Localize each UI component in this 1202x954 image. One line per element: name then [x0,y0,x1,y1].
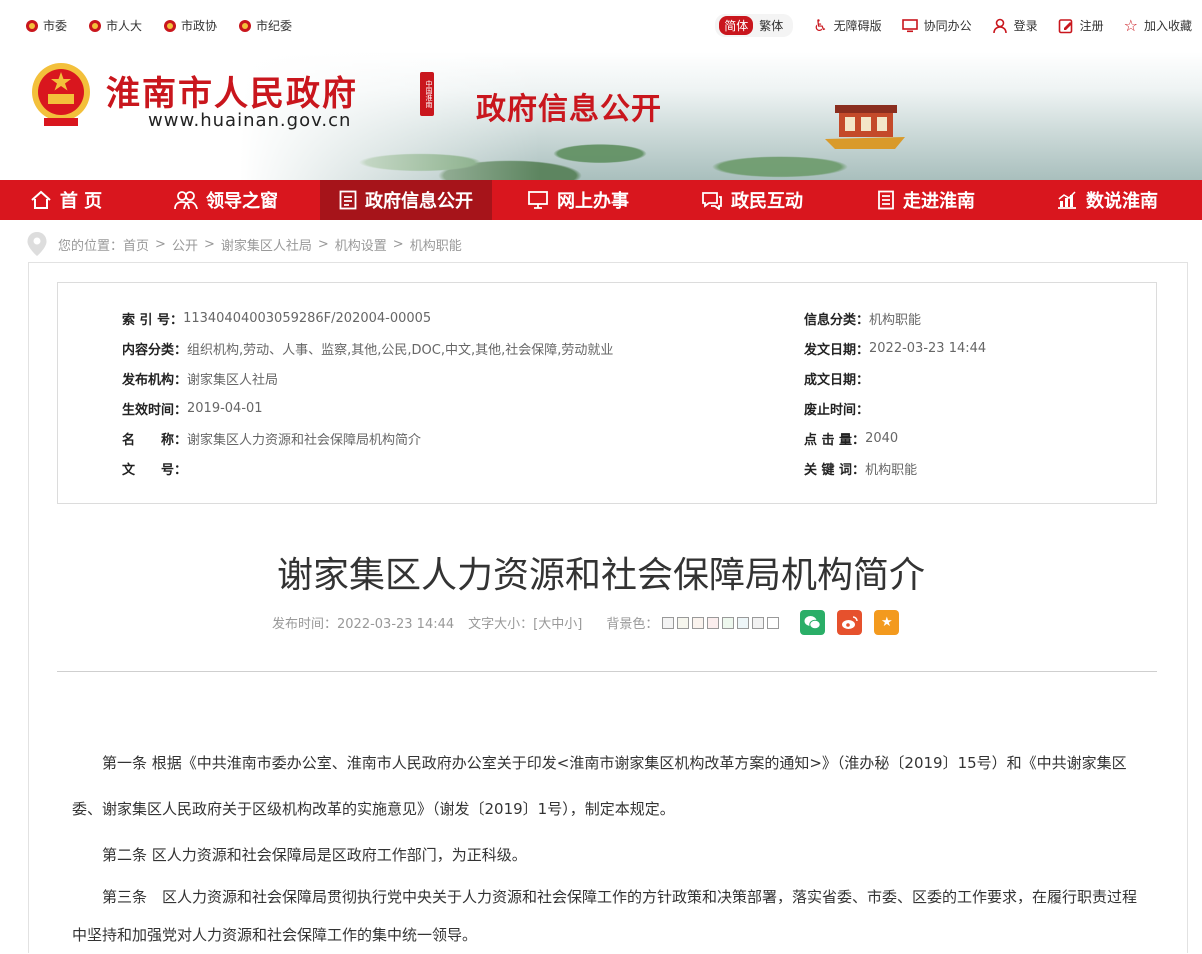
monitor-icon [902,19,918,33]
meta-keywords: 关 键 词：机构职能 [804,459,917,478]
meta-effective-date: 生效时间：2019-04-01 [122,399,263,418]
breadcrumb-open[interactable]: 公开 [172,235,198,254]
article-title: 谢家集区人力资源和社会保障局机构简介 [0,546,1202,598]
nav-data[interactable]: 数说淮南 [1012,180,1202,220]
top-link-cppcc[interactable]: 市政协 [164,17,217,34]
bg-color-swatch-8[interactable] [767,617,779,629]
book-icon [877,190,895,210]
header-banner: 淮南市人民政府 www.huainan.gov.cn 中国淮南 政府信息公开 [0,52,1202,180]
bar-chart-icon [1056,190,1078,210]
lake-scenery-image [240,52,1202,180]
bg-color-swatch-5[interactable] [722,617,734,629]
nav-home[interactable]: 首 页 [0,180,132,220]
breadcrumb-prefix: 您的位置： [58,235,123,254]
home-icon [30,190,52,210]
wechat-share-button[interactable] [800,610,825,635]
location-pin-icon [26,231,48,257]
boat-image [825,97,905,152]
top-link-discipline[interactable]: 市纪委 [239,17,292,34]
article-paragraph-2: 第二条 区人力资源和社会保障局是区政府工作部门，为正科级。 [72,832,1144,878]
wechat-icon [804,615,821,630]
bg-color-swatch-7[interactable] [752,617,764,629]
font-size-small[interactable]: 小 [564,617,577,632]
top-link-npc[interactable]: 市人大 [89,17,142,34]
breadcrumb: 您的位置： 首页> 公开> 谢家集区人社局> 机构设置> 机构职能 [26,231,462,257]
weibo-icon [841,615,858,630]
meta-info-category: 信息分类：机构职能 [804,309,921,328]
simplified-button[interactable]: 简体 [719,16,753,35]
article-info-bar: 发布时间：2022-03-23 14:44 文字大小：[大中小] 背景色： ★ [272,610,911,635]
register-link[interactable]: 注册 [1058,17,1104,34]
language-switch: 简体 繁体 [715,14,793,37]
top-links: 市委 市人大 市政协 市纪委 [26,17,314,34]
people-icon [174,190,198,210]
meta-doc-no: 文 号： [122,459,187,478]
top-bar: 市委 市人大 市政协 市纪委 简体 繁体 ♿无障碍版 协同办公 登录 注册 ☆加… [0,0,1202,52]
meta-index-no: 索 引 号：11340404003059286F/202004-00005 [122,309,431,328]
meta-name: 名 称：谢家集区人力资源和社会保障局机构简介 [122,429,421,448]
breadcrumb-functions[interactable]: 机构职能 [410,235,462,254]
meta-content-category: 内容分类：组织机构,劳动、人事、监察,其他,公民,DOC,中文,其他,社会保障,… [122,339,613,358]
site-name: 淮南市人民政府 [106,66,358,115]
bg-color-label: 背景色： [606,613,658,632]
article-paragraph-3: 第三条 区人力资源和社会保障局贯彻执行党中央关于人力资源和社会保障工作的方针政策… [72,878,1144,954]
national-emblem-icon [89,20,101,32]
font-size-control: 文字大小：[大中小] [468,613,582,632]
wheelchair-icon: ♿ [813,18,827,34]
site-url: www.huainan.gov.cn [148,110,351,131]
weibo-share-button[interactable] [837,610,862,635]
article-body: 第一条 根据《中共淮南市委办公室、淮南市人民政府办公室关于印发<淮南市谢家集区机… [72,740,1144,954]
nav-info-disclosure[interactable]: 政府信息公开 [320,180,492,220]
office-link[interactable]: 协同办公 [902,17,972,34]
user-icon [992,18,1008,34]
seal-stamp: 中国淮南 [420,72,434,116]
breadcrumb-org-setup[interactable]: 机构设置 [335,235,387,254]
bg-color-swatch-3[interactable] [692,617,704,629]
bg-color-swatches [662,617,782,629]
favorite-link[interactable]: ☆加入收藏 [1124,17,1192,34]
favorite-share-button[interactable]: ★ [874,610,899,635]
document-icon [339,190,357,210]
traditional-button[interactable]: 繁体 [753,16,789,35]
national-emblem-logo [30,60,92,128]
meta-info-box: 索 引 号：11340404003059286F/202004-00005 内容… [57,282,1157,504]
article-paragraph-1: 第一条 根据《中共淮南市委办公室、淮南市人民政府办公室关于印发<淮南市谢家集区机… [72,740,1144,832]
publish-time: 发布时间：2022-03-23 14:44 [272,613,454,632]
star-icon: ★ [881,615,893,630]
monitor-icon [527,190,549,210]
main-nav: 首 页 领导之窗 政府信息公开 网上办事 政民互动 走进淮南 数说淮南 [0,180,1202,220]
star-icon: ☆ [1124,18,1138,34]
meta-made-date: 成文日期： [804,369,869,388]
nav-leaders[interactable]: 领导之窗 [132,180,320,220]
chat-icon [701,190,723,210]
breadcrumb-bureau[interactable]: 谢家集区人社局 [221,235,312,254]
party-emblem-icon [239,20,251,32]
nav-about[interactable]: 走进淮南 [840,180,1012,220]
bg-color-swatch-6[interactable] [737,617,749,629]
meta-expire-date: 废止时间： [804,399,869,418]
party-emblem-icon [26,20,38,32]
top-link-city-committee[interactable]: 市委 [26,17,67,34]
accessibility-link[interactable]: ♿无障碍版 [813,17,881,34]
breadcrumb-home[interactable]: 首页 [123,235,149,254]
share-buttons: ★ [800,610,911,635]
nav-interaction[interactable]: 政民互动 [664,180,840,220]
meta-clicks: 点 击 量：2040 [804,429,898,448]
toolbar: 简体 繁体 ♿无障碍版 协同办公 登录 注册 ☆加入收藏 [715,14,1192,37]
section-name: 政府信息公开 [476,84,662,128]
bg-color-swatch-4[interactable] [707,617,719,629]
cppcc-emblem-icon [164,20,176,32]
login-link[interactable]: 登录 [992,17,1038,34]
font-size-medium[interactable]: 中 [551,617,564,632]
bg-color-swatch-2[interactable] [677,617,689,629]
edit-icon [1058,18,1074,34]
meta-publisher: 发布机构：谢家集区人社局 [122,369,278,388]
meta-issue-date: 发文日期：2022-03-23 14:44 [804,339,986,358]
nav-online-services[interactable]: 网上办事 [492,180,664,220]
title-divider [57,671,1157,672]
bg-color-swatch-1[interactable] [662,617,674,629]
font-size-large[interactable]: 大 [538,617,551,632]
